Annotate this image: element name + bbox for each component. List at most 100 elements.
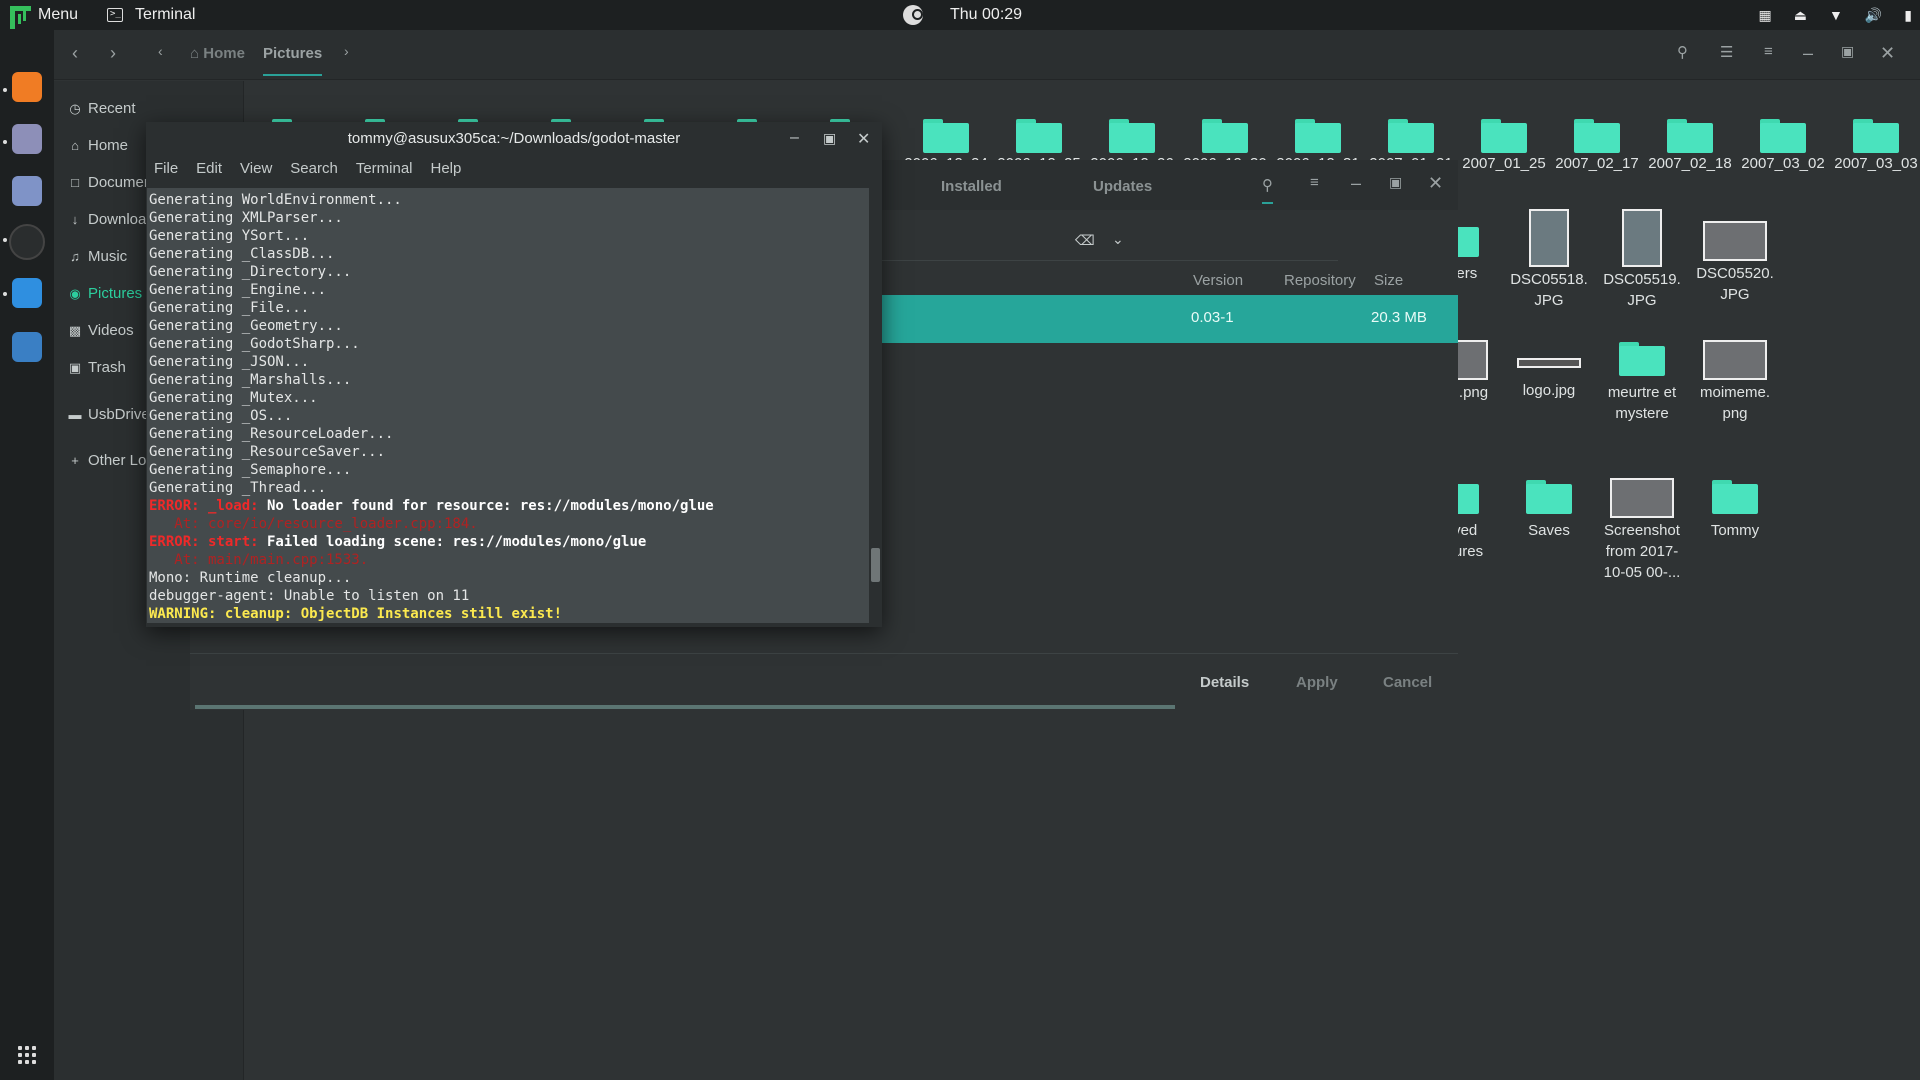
terminal-line: debugger-agent: Unable to listen on 11 — [149, 588, 470, 604]
terminal-line: Generating _Marshalls... — [149, 372, 352, 388]
folder-icon — [1853, 119, 1899, 153]
volume-icon[interactable]: 🔊 — [1865, 7, 1882, 24]
breadcrumb-pictures[interactable]: Pictures — [263, 45, 323, 76]
menu-edit[interactable]: Edit — [196, 160, 222, 177]
steam-tray-icon[interactable] — [903, 5, 923, 25]
maximize-icon[interactable]: ▣ — [823, 130, 836, 147]
folder-icon — [1712, 480, 1758, 514]
terminal-menubar: File Edit View Search Terminal Help — [154, 160, 461, 177]
error-prefix: ERROR: _load: — [149, 498, 259, 514]
terminal-window: tommy@asusux305ca:~/Downloads/godot-mast… — [146, 122, 882, 627]
firefox-icon[interactable] — [12, 72, 42, 102]
file-label: logo.jpg — [1522, 382, 1576, 399]
hamburger-menu-icon[interactable]: ≡ — [1310, 174, 1319, 191]
sidebar-item-usbdrive[interactable]: ▬ UsbDrive — [68, 406, 150, 423]
minimize-icon[interactable]: – — [1803, 43, 1813, 64]
text-editor-icon[interactable] — [12, 176, 42, 206]
image-thumbnail — [1517, 358, 1581, 368]
file-item[interactable]: logo.jpg — [1504, 328, 1594, 401]
folder-item[interactable]: 2007_02_18 — [1645, 119, 1735, 174]
folder-icon — [1619, 342, 1665, 376]
files-icon[interactable] — [12, 124, 42, 154]
file-item[interactable]: DSC05520. JPG — [1690, 209, 1780, 305]
tab-installed[interactable]: Installed — [941, 178, 1002, 195]
folder-item[interactable]: Tommy — [1690, 466, 1780, 541]
close-icon[interactable]: ✕ — [1880, 43, 1895, 64]
menu-search[interactable]: Search — [290, 160, 338, 177]
folder-item[interactable]: 2007_01_25 — [1459, 119, 1549, 174]
chevron-down-icon[interactable]: ⌄ — [1112, 231, 1124, 248]
terminal-line: Mono: Runtime cleanup... — [149, 570, 352, 586]
folder-item[interactable]: 2007_02_17 — [1552, 119, 1642, 174]
software-download-icon[interactable] — [12, 278, 42, 308]
file-label: DSC05518. JPG — [1510, 271, 1588, 309]
wifi-icon[interactable]: ▼ — [1829, 7, 1843, 23]
view-list-icon[interactable]: ☰ — [1720, 43, 1733, 61]
file-item[interactable]: DSC05518. JPG — [1504, 209, 1594, 311]
close-icon[interactable]: ✕ — [857, 129, 870, 149]
menu-view[interactable]: View — [240, 160, 272, 177]
message-text: No loader found for resource: res://modu… — [258, 498, 714, 514]
battery-icon[interactable]: ▮ — [1904, 7, 1912, 24]
terminal-line: Generating _JSON... — [149, 354, 310, 370]
maximize-icon[interactable]: ▣ — [1841, 43, 1854, 60]
column-size[interactable]: Size — [1374, 272, 1403, 289]
package-size: 20.3 MB — [1371, 309, 1427, 326]
software-center-footer: Details Apply Cancel — [190, 660, 1458, 710]
clock[interactable]: Thu 00:29 — [950, 6, 1022, 24]
sidebar-item-home[interactable]: ⌂ Home — [68, 137, 128, 154]
path-right-icon[interactable]: › — [344, 43, 349, 59]
details-button[interactable]: Details — [1200, 674, 1249, 691]
folder-item[interactable]: 2007_03_03 — [1831, 119, 1920, 174]
back-icon[interactable]: ‹ — [72, 43, 78, 64]
terminal-dock-icon[interactable] — [9, 224, 45, 260]
menu-button[interactable]: Menu — [0, 6, 95, 29]
folder-item[interactable]: 2007_03_02 — [1738, 119, 1828, 174]
folder-label: 2007_01_25 — [1462, 155, 1546, 172]
file-item[interactable]: Screenshot from 2017- 10-05 00-... — [1597, 466, 1687, 583]
screenshot-camera-icon[interactable] — [12, 332, 42, 362]
message-text: ObjectDB Instances still exist! — [292, 606, 563, 622]
forward-icon[interactable]: › — [110, 43, 116, 64]
search-icon[interactable]: ⚲ — [1677, 43, 1688, 61]
clear-search-icon[interactable]: ⌫ — [1075, 232, 1095, 249]
terminal-line: Generating _Thread... — [149, 480, 327, 496]
terminal-icon: >_ — [107, 8, 123, 22]
file-item[interactable]: moimeme. png — [1690, 328, 1780, 424]
column-repository[interactable]: Repository — [1284, 272, 1356, 289]
menu-terminal[interactable]: Terminal — [356, 160, 413, 177]
search-icon[interactable]: ⚲ — [1262, 176, 1273, 204]
folder-icon — [1574, 119, 1620, 153]
hamburger-menu-icon[interactable]: ≡ — [1764, 43, 1773, 60]
terminal-scrollbar[interactable] — [869, 188, 882, 623]
folder-item[interactable]: Saves — [1504, 466, 1594, 541]
sidebar-item-music[interactable]: ♫ Music — [68, 248, 127, 265]
scrollbar-thumb[interactable] — [871, 548, 880, 582]
active-app-name: Terminal — [135, 6, 196, 23]
folder-item[interactable]: meurtre et mystere — [1597, 328, 1687, 424]
clipboard-icon[interactable]: ▦ — [1759, 7, 1772, 24]
maximize-icon[interactable]: ▣ — [1389, 174, 1402, 191]
show-applications-icon[interactable] — [18, 1046, 36, 1064]
tab-updates[interactable]: Updates — [1093, 178, 1152, 195]
column-version[interactable]: Version — [1193, 272, 1243, 289]
path-left-icon[interactable]: ‹ — [158, 43, 163, 59]
cancel-button[interactable]: Cancel — [1383, 674, 1432, 691]
menu-help[interactable]: Help — [431, 160, 462, 177]
apply-button[interactable]: Apply — [1296, 674, 1338, 691]
minimize-icon[interactable]: – — [1351, 173, 1361, 194]
close-icon[interactable]: ✕ — [1428, 173, 1443, 194]
sidebar-item-trash[interactable]: ▣ Trash — [68, 359, 126, 376]
minimize-icon[interactable]: – — [790, 129, 799, 147]
sidebar-item-pictures[interactable]: ◉ Pictures — [68, 285, 142, 302]
terminal-line: Generating _ResourceSaver... — [149, 444, 386, 460]
terminal-line: Generating _Geometry... — [149, 318, 343, 334]
file-item[interactable]: DSC05519. JPG — [1597, 209, 1687, 311]
menu-file[interactable]: File — [154, 160, 178, 177]
active-app-indicator[interactable]: >_ Terminal — [107, 6, 195, 24]
breadcrumb-home[interactable]: ⌂ Home — [190, 45, 245, 62]
terminal-output[interactable]: Generating WorldEnvironment... Generating… — [147, 188, 869, 623]
sidebar-item-recent[interactable]: ◷ Recent — [68, 100, 135, 117]
sidebar-item-videos[interactable]: ▩ Videos — [68, 322, 134, 339]
eject-icon[interactable]: ⏏ — [1794, 7, 1807, 24]
